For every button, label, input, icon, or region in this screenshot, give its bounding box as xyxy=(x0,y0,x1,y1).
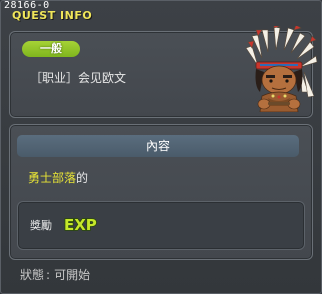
window-title: QUEST INFO xyxy=(12,9,93,22)
status-value: 可開始 xyxy=(54,268,91,282)
exp-icon-text: EXP xyxy=(64,216,97,234)
status-label: 狀態 xyxy=(20,268,45,282)
reward-label: 獎勵 xyxy=(30,219,52,232)
npc-name-link[interactable]: 勇士部落 xyxy=(28,171,76,185)
quest-category-badge: 一般 xyxy=(22,41,80,57)
native-chief-portrait-icon xyxy=(245,26,318,112)
content-suffix: 的 xyxy=(76,171,89,185)
exp-icon[interactable]: EXP xyxy=(62,213,102,235)
content-text: 勇士部落的 xyxy=(28,169,88,186)
quest-name: ［职业］会见欧文 xyxy=(30,71,127,85)
reward-box xyxy=(17,201,305,250)
status-line: 狀態: 可開始 xyxy=(20,266,90,283)
content-header: 內容 xyxy=(17,135,299,157)
status-separator: : xyxy=(46,268,51,282)
